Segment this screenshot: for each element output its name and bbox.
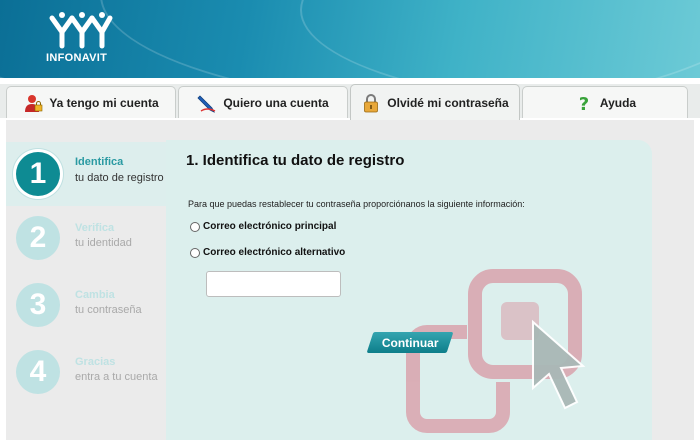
form-intro: Para que puedas restablecer tu contraseñ… [188, 199, 525, 209]
option-alternate-email[interactable]: Correo electrónico alternativo [190, 247, 345, 258]
tab-help[interactable]: ? Ayuda [522, 86, 688, 118]
step-identify: 1 Identifica tu dato de registro [6, 142, 166, 206]
header-banner: INFONAVIT [0, 0, 700, 78]
continue-button-label: Continuar [381, 335, 439, 350]
tab-login-label: Ya tengo mi cuenta [49, 95, 159, 110]
step-subtitle: tu contraseña [75, 304, 142, 316]
tab-forgot-password[interactable]: Olvidé mi contraseña [350, 84, 520, 120]
tab-forgot-password-label: Olvidé mi contraseña [387, 95, 509, 110]
padlock-icon [361, 93, 381, 113]
step-subtitle: tu identidad [75, 237, 132, 249]
step-number: 3 [16, 283, 60, 327]
step-number: 2 [16, 216, 60, 260]
option-primary-email-label: Correo electrónico principal [203, 221, 337, 232]
step-title: Identifica [75, 156, 124, 168]
form-title: 1. Identifica tu dato de registro [186, 152, 405, 169]
radio-primary-email[interactable] [190, 221, 200, 232]
option-primary-email[interactable]: Correo electrónico principal [190, 221, 336, 232]
option-alternate-email-label: Correo electrónico alternativo [203, 247, 346, 258]
svg-text:?: ? [579, 94, 589, 113]
radio-alternate-email[interactable] [190, 247, 200, 258]
step-title: Cambia [75, 289, 115, 301]
step-subtitle: tu dato de registro [75, 172, 164, 184]
tab-register-label: Quiero una cuenta [223, 95, 329, 110]
tab-login[interactable]: Ya tengo mi cuenta [6, 86, 176, 118]
step-number: 1 [16, 152, 60, 196]
step-number: 4 [16, 350, 60, 394]
pen-icon [197, 93, 217, 113]
user-lock-icon [23, 93, 43, 113]
tab-help-label: Ayuda [599, 95, 637, 110]
brand-name: INFONAVIT [46, 52, 108, 64]
step-title: Gracias [75, 356, 116, 368]
email-input[interactable] [206, 271, 341, 297]
steps-sidebar: 1 Identifica tu dato de registro 2 Verif… [6, 120, 166, 440]
tab-register[interactable]: Quiero una cuenta [178, 86, 348, 118]
step-thanks: 4 Gracias entra a tu cuenta [6, 350, 166, 414]
continue-button[interactable]: Continuar [366, 332, 454, 353]
step-title: Verifica [75, 222, 115, 234]
step-change: 3 Cambia tu contraseña [6, 283, 166, 347]
question-icon: ? [574, 93, 594, 115]
step-verify: 2 Verifica tu identidad [6, 216, 166, 280]
step-subtitle: entra a tu cuenta [75, 371, 158, 383]
